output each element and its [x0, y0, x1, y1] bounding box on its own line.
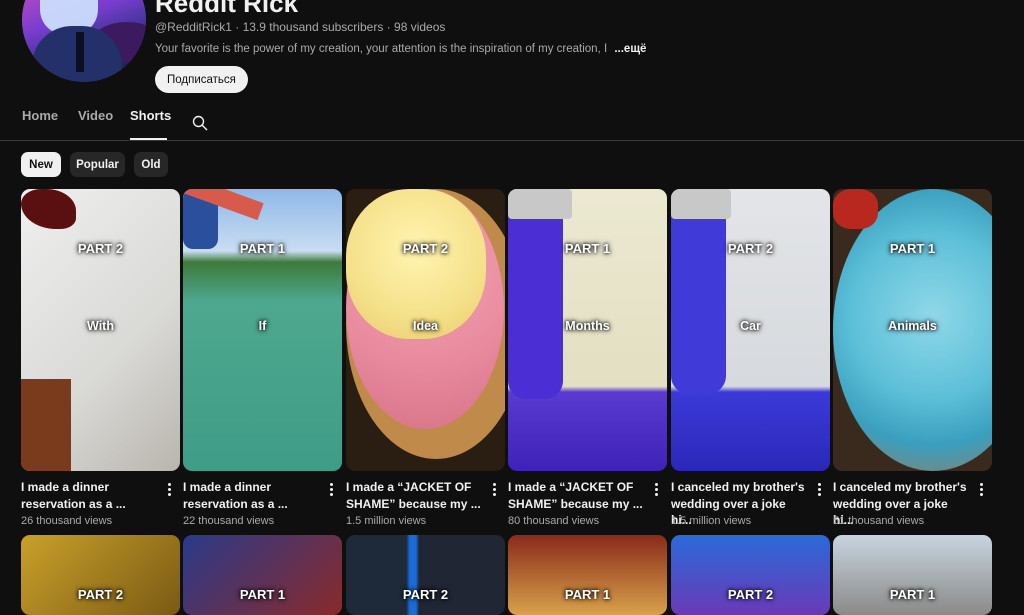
view-count: 22 thousand views: [183, 515, 275, 527]
short-thumbnail[interactable]: PART 1 If: [183, 189, 342, 471]
part-label: PART 1: [564, 587, 611, 602]
short-title-line: reservation as a ...: [21, 496, 126, 511]
short-title-line: reservation as a ...: [183, 496, 288, 511]
channel-description[interactable]: Your favorite is the power of my creatio…: [155, 43, 646, 55]
channel-name: Reddit Rick: [155, 0, 299, 18]
view-count: 51 thousand views: [833, 515, 925, 527]
short-card[interactable]: PART 1 Animals I canceled my brother's w…: [833, 189, 992, 527]
short-thumbnail[interactable]: PART 1 Months: [508, 189, 667, 471]
short-thumbnail[interactable]: PART 1: [833, 535, 992, 615]
short-title-line: SHAME” because my ...: [346, 496, 481, 511]
part-label: PART 1: [889, 241, 936, 256]
short-title[interactable]: I made a “JACKET OF SHAME” because my ..…: [508, 479, 646, 512]
chip-new[interactable]: New: [21, 152, 61, 177]
subscriber-count: 13.9 thousand subscribers: [242, 20, 384, 34]
view-count: 1.5 million views: [671, 515, 752, 527]
short-title-line: I made a “JACKET OF: [508, 480, 634, 494]
channel-meta: @RedditRick1 · 13.9 thousand subscribers…: [155, 20, 445, 34]
video-count: 98 videos: [394, 20, 446, 34]
tab-home[interactable]: Home: [22, 108, 58, 140]
tabs-divider: [0, 140, 1024, 141]
more-options-icon[interactable]: [973, 481, 989, 499]
more-options-icon[interactable]: [648, 481, 664, 499]
short-thumbnail[interactable]: PART 2 Car: [671, 189, 830, 471]
short-title-line: I made a “JACKET OF: [346, 480, 472, 494]
view-count: 1.5 million views: [346, 515, 427, 527]
channel-avatar[interactable]: [22, 0, 146, 82]
description-text: Your favorite is the power of my creatio…: [155, 43, 608, 55]
short-thumbnail[interactable]: PART 2 Idea: [346, 189, 505, 471]
short-card[interactable]: PART 2 With I made a dinner reservation …: [21, 189, 180, 527]
part-label: PART 1: [889, 587, 936, 602]
short-thumbnail[interactable]: PART 1: [183, 535, 342, 615]
caption-word: Animals: [888, 319, 937, 333]
view-count: 26 thousand views: [21, 515, 113, 527]
short-title-line: SHAME” because my ...: [508, 496, 643, 511]
short-card[interactable]: PART 2 Idea I made a “JACKET OF SHAME” b…: [346, 189, 505, 527]
short-thumbnail[interactable]: PART 1 Animals: [833, 189, 992, 471]
part-label: PART 1: [239, 241, 286, 256]
caption-word: Idea: [412, 319, 438, 333]
more-options-icon[interactable]: [161, 481, 177, 499]
description-more-link[interactable]: ...ещё: [614, 43, 646, 55]
short-title-line: I made a dinner: [21, 480, 110, 494]
tab-video[interactable]: Video: [78, 108, 113, 140]
subscribe-button[interactable]: Подписаться: [155, 66, 248, 93]
search-icon[interactable]: [192, 115, 208, 131]
more-options-icon[interactable]: [486, 481, 502, 499]
short-title[interactable]: I made a dinner reservation as a ...: [21, 479, 159, 512]
more-options-icon[interactable]: [811, 481, 827, 499]
chip-popular[interactable]: Popular: [70, 152, 125, 177]
caption-word: With: [87, 319, 114, 333]
caption-word: If: [258, 319, 267, 333]
part-label: PART 2: [402, 241, 449, 256]
short-card[interactable]: PART 1 If I made a dinner reservation as…: [183, 189, 342, 527]
short-thumbnail[interactable]: PART 1: [508, 535, 667, 615]
caption-word: Months: [565, 319, 610, 333]
chip-old[interactable]: Old: [134, 152, 168, 177]
part-label: PART 2: [77, 241, 124, 256]
part-label: PART 2: [77, 587, 124, 602]
channel-handle: @RedditRick1: [155, 20, 232, 34]
view-count: 80 thousand views: [508, 515, 600, 527]
short-thumbnail[interactable]: PART 2: [346, 535, 505, 615]
meta-separator: ·: [235, 20, 240, 34]
short-card[interactable]: PART 1 Months I made a “JACKET OF SHAME”…: [508, 189, 667, 527]
short-title-line: I canceled my brother's: [833, 480, 967, 494]
short-title[interactable]: I made a dinner reservation as a ...: [183, 479, 321, 512]
tab-shorts[interactable]: Shorts: [130, 108, 171, 140]
more-options-icon[interactable]: [323, 481, 339, 499]
part-label: PART 2: [727, 241, 774, 256]
caption-word: Car: [740, 319, 761, 333]
part-label: PART 1: [564, 241, 611, 256]
short-title-line: I made a dinner: [183, 480, 272, 494]
part-label: PART 2: [402, 587, 449, 602]
short-card[interactable]: PART 2 Car I canceled my brother's weddi…: [671, 189, 830, 527]
short-thumbnail[interactable]: PART 2: [671, 535, 830, 615]
part-label: PART 2: [727, 587, 774, 602]
short-thumbnail[interactable]: PART 2: [21, 535, 180, 615]
short-thumbnail[interactable]: PART 2 With: [21, 189, 180, 471]
short-title[interactable]: I made a “JACKET OF SHAME” because my ..…: [346, 479, 484, 512]
meta-separator: ·: [386, 20, 391, 34]
short-title-line: I canceled my brother's: [671, 480, 805, 494]
part-label: PART 1: [239, 587, 286, 602]
